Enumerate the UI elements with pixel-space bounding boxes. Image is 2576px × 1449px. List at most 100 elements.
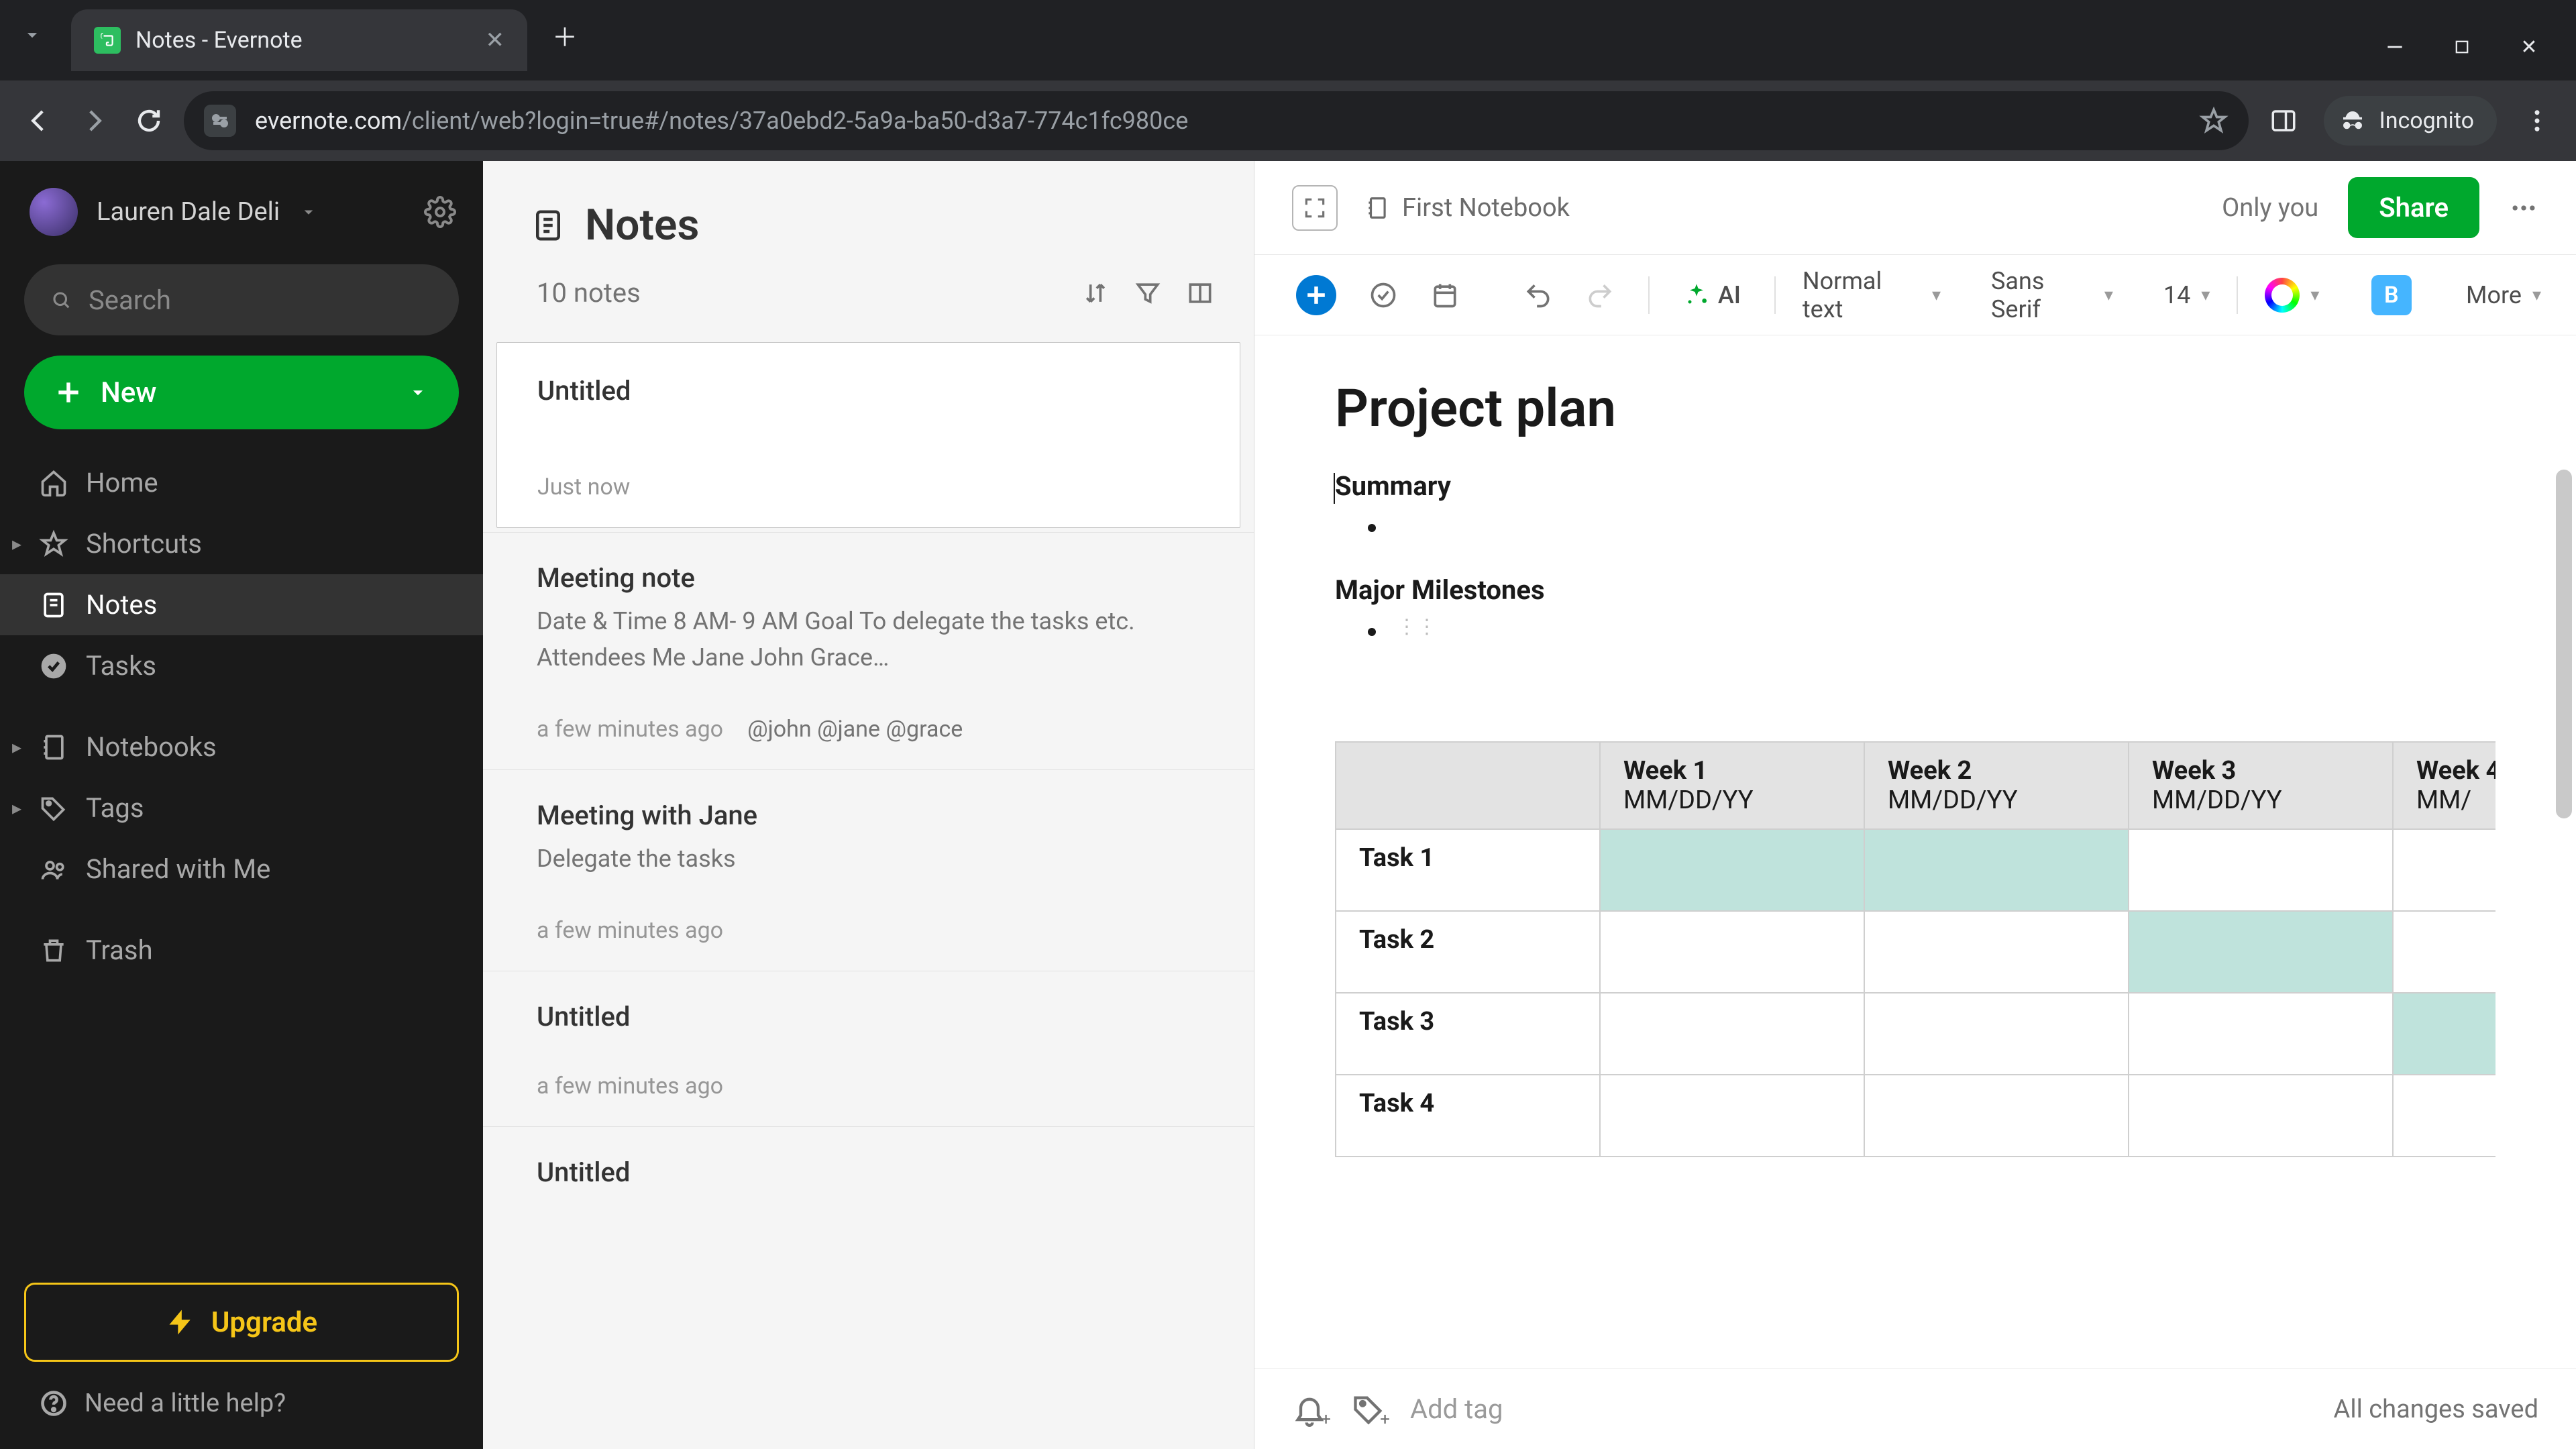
table-cell[interactable] (2129, 911, 2393, 993)
sidebar-item-home[interactable]: Home (0, 452, 483, 513)
table-row-label[interactable]: Task 4 (1336, 1075, 1600, 1157)
help-link[interactable]: Need a little help? (24, 1389, 459, 1418)
nav-reload-button[interactable] (129, 101, 169, 141)
table-cell[interactable] (1864, 1075, 2129, 1157)
user-avatar[interactable] (30, 188, 78, 236)
bookmark-star-icon[interactable] (2199, 106, 2229, 136)
table-cell[interactable] (1864, 993, 2129, 1075)
section-heading-summary[interactable]: Summary (1335, 470, 2496, 502)
site-info-icon[interactable] (204, 105, 236, 137)
note-card[interactable]: UntitledJust now (496, 342, 1240, 528)
sidebar-item-shortcuts[interactable]: ▸Shortcuts (0, 513, 483, 574)
table-row-label[interactable]: Task 1 (1336, 829, 1600, 911)
table-cell[interactable] (2393, 993, 2496, 1075)
add-reminder-icon[interactable]: + (1292, 1392, 1327, 1427)
window-minimize-button[interactable] (2381, 34, 2408, 60)
table-header-week[interactable]: Week 4MM/ (2393, 742, 2496, 829)
summary-bullet-list[interactable] (1335, 511, 2496, 543)
table-cell[interactable] (2129, 993, 2393, 1075)
table-cell[interactable] (1600, 1075, 1864, 1157)
note-card[interactable]: Meeting with JaneDelegate the tasksa few… (483, 769, 1254, 971)
search-box[interactable] (24, 264, 459, 335)
table-cell[interactable] (1600, 829, 1864, 911)
user-menu-chevron-icon[interactable] (299, 202, 319, 222)
notebook-selector[interactable]: First Notebook (1364, 193, 1570, 223)
sidebar-item-shared[interactable]: Shared with Me (0, 839, 483, 900)
new-dropdown-chevron-icon[interactable] (407, 381, 429, 404)
search-input[interactable] (89, 284, 432, 316)
table-header-week[interactable]: Week 1MM/DD/YY (1600, 742, 1864, 829)
sidebar-item-tasks[interactable]: Tasks (0, 635, 483, 696)
sidebar-item-notebooks[interactable]: ▸Notebooks (0, 716, 483, 777)
window-maximize-button[interactable] (2449, 34, 2475, 60)
list-item[interactable] (1389, 615, 2496, 647)
note-title-input[interactable]: Project plan (1335, 378, 2496, 439)
add-tag-placeholder[interactable]: Add tag (1410, 1393, 1503, 1425)
expand-note-button[interactable] (1292, 185, 1338, 231)
editor-body[interactable]: Project plan Summary Major Milestones ⋮⋮… (1254, 335, 2576, 1368)
table-row-label[interactable]: Task 3 (1336, 993, 1600, 1075)
ai-button[interactable]: AI (1676, 274, 1748, 316)
block-drag-handle-icon[interactable]: ⋮⋮ (1397, 615, 1437, 639)
window-close-button[interactable]: ✕ (2516, 34, 2542, 60)
font-family-dropdown[interactable]: Sans Serif▾ (1991, 267, 2113, 323)
block-type-dropdown[interactable]: Normal text▾ (1803, 267, 1941, 323)
filter-icon[interactable] (1133, 278, 1163, 308)
view-toggle-icon[interactable] (1185, 278, 1215, 308)
new-tab-button[interactable]: ＋ (546, 16, 584, 54)
browser-menu-icon[interactable] (2517, 101, 2557, 141)
add-tag-icon[interactable]: + (1351, 1392, 1386, 1427)
chevron-right-icon[interactable]: ▸ (12, 797, 21, 819)
table-cell[interactable] (2393, 911, 2496, 993)
table-cell[interactable] (2129, 829, 2393, 911)
note-list[interactable]: UntitledJust nowMeeting noteDate & Time … (483, 338, 1254, 1449)
note-card[interactable]: Meeting noteDate & Time 8 AM- 9 AM Goal … (483, 532, 1254, 769)
redo-icon[interactable] (1578, 274, 1621, 317)
highlight-color-button[interactable]: B (2365, 268, 2418, 322)
table-cell[interactable] (2393, 829, 2496, 911)
chevron-right-icon[interactable]: ▸ (12, 736, 21, 758)
table-header-week[interactable]: Week 3MM/DD/YY (2129, 742, 2393, 829)
nav-forward-button[interactable] (74, 101, 114, 141)
table-cell[interactable] (2129, 1075, 2393, 1157)
address-bar[interactable]: evernote.com/client/web?login=true#/note… (184, 91, 2249, 150)
note-card[interactable]: Untitled (483, 1126, 1254, 1215)
insert-button[interactable] (1289, 268, 1343, 322)
sidebar-item-trash[interactable]: Trash (0, 920, 483, 981)
table-row-label[interactable]: Task 2 (1336, 911, 1600, 993)
table-header-empty[interactable] (1336, 742, 1600, 829)
tab-search-dropdown[interactable] (13, 16, 51, 54)
browser-tab-active[interactable]: Notes - Evernote ✕ (71, 9, 527, 71)
insert-event-icon[interactable] (1424, 274, 1466, 317)
nav-back-button[interactable] (19, 101, 59, 141)
section-heading-milestones[interactable]: Major Milestones (1335, 574, 2496, 606)
note-more-menu-icon[interactable] (2509, 193, 2538, 223)
table-cell[interactable] (1600, 911, 1864, 993)
table-header-week[interactable]: Week 2MM/DD/YY (1864, 742, 2129, 829)
milestones-bullet-list[interactable] (1335, 615, 2496, 647)
table-cell[interactable] (1864, 829, 2129, 911)
note-card[interactable]: Untitleda few minutes ago (483, 971, 1254, 1126)
font-size-dropdown[interactable]: 14▾ (2163, 281, 2210, 309)
text-color-picker[interactable]: ▾ (2265, 278, 2319, 313)
chevron-right-icon[interactable]: ▸ (12, 533, 21, 555)
settings-gear-icon[interactable] (424, 196, 456, 228)
more-formatting-dropdown[interactable]: More▾ (2466, 281, 2541, 309)
tab-close-icon[interactable]: ✕ (486, 27, 505, 54)
side-panel-icon[interactable] (2263, 101, 2304, 141)
undo-icon[interactable] (1517, 274, 1560, 317)
new-note-button[interactable]: New (24, 356, 459, 429)
editor-scrollbar[interactable] (2556, 470, 2572, 818)
incognito-chip[interactable]: Incognito (2324, 96, 2497, 146)
table-cell[interactable] (1600, 993, 1864, 1075)
share-button[interactable]: Share (2348, 177, 2479, 238)
upgrade-button[interactable]: Upgrade (24, 1283, 459, 1362)
plan-table[interactable]: Week 1MM/DD/YYWeek 2MM/DD/YYWeek 3MM/DD/… (1335, 741, 2496, 1157)
sidebar-item-tags[interactable]: ▸Tags (0, 777, 483, 839)
table-cell[interactable] (2393, 1075, 2496, 1157)
list-item[interactable] (1389, 511, 2496, 543)
sidebar-item-notes[interactable]: Notes (0, 574, 483, 635)
table-cell[interactable] (1864, 911, 2129, 993)
sort-icon[interactable] (1081, 278, 1110, 308)
insert-task-icon[interactable] (1362, 274, 1405, 317)
